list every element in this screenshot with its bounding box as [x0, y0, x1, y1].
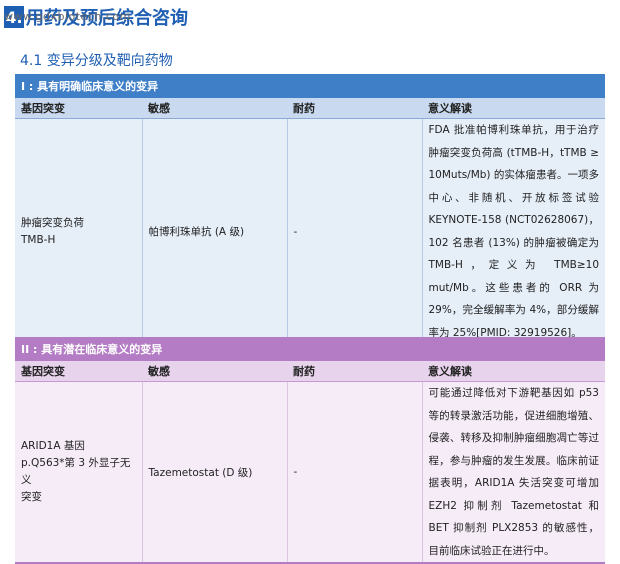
watermark: www.gdxbiotech.com	[4, 10, 131, 23]
col-header-interpretation: 意义解读	[422, 361, 605, 382]
col-header-resistant: 耐药	[287, 361, 422, 382]
gene-line: 突变	[21, 491, 42, 503]
gene-line: ARID1A 基因	[21, 440, 85, 452]
interpretation-cell: 可能通过降低对下游靶基因如 p53 等的转录激活功能，促进细胞增殖、侵袭、转移及…	[422, 381, 605, 563]
resistant-cell: -	[287, 118, 423, 345]
interpretation-cell: FDA 批准帕博利珠单抗，用于治疗肿瘤突变负荷高 (tTMB-H，tTMB ≥ …	[422, 118, 606, 345]
tier-1-title: I : 具有明确临床意义的变异	[15, 74, 606, 98]
sensitive-cell: 帕博利珠单抗 (A 级)	[142, 118, 288, 345]
tier-1-table: I : 具有明确临床意义的变异 基因突变 敏感 耐药 意义解读 肿瘤突变负荷 T…	[15, 74, 606, 346]
gene-cell: ARID1A 基因 p.Q563*第 3 外显子无义 突变	[15, 381, 143, 563]
col-header-gene: 基因突变	[15, 361, 142, 382]
col-header-interpretation: 意义解读	[422, 98, 606, 119]
col-header-resistant: 耐药	[287, 98, 422, 119]
col-header-sensitive: 敏感	[142, 361, 287, 382]
gene-line: 肿瘤突变负荷	[21, 216, 84, 229]
gene-cell: 肿瘤突变负荷 TMB-H	[15, 118, 143, 345]
gene-line: p.Q563*第 3 外显子无义	[21, 457, 131, 486]
col-header-sensitive: 敏感	[142, 98, 287, 119]
gene-line: TMB-H	[21, 233, 56, 246]
tier-2-title: II : 具有潜在临床意义的变异	[15, 337, 605, 361]
table-row: ARID1A 基因 p.Q563*第 3 外显子无义 突变 Tazemetost…	[15, 381, 605, 563]
col-header-gene: 基因突变	[15, 98, 142, 119]
subsection-title: 4.1 变异分级及靶向药物	[20, 53, 173, 69]
sensitive-cell: Tazemetostat (D 级)	[142, 381, 288, 563]
tier-2-table: II : 具有潜在临床意义的变异 基因突变 敏感 耐药 意义解读 ARID1A …	[15, 337, 605, 564]
table-row: 肿瘤突变负荷 TMB-H 帕博利珠单抗 (A 级) - FDA 批准帕博利珠单抗…	[15, 118, 606, 345]
resistant-cell: -	[287, 381, 423, 563]
